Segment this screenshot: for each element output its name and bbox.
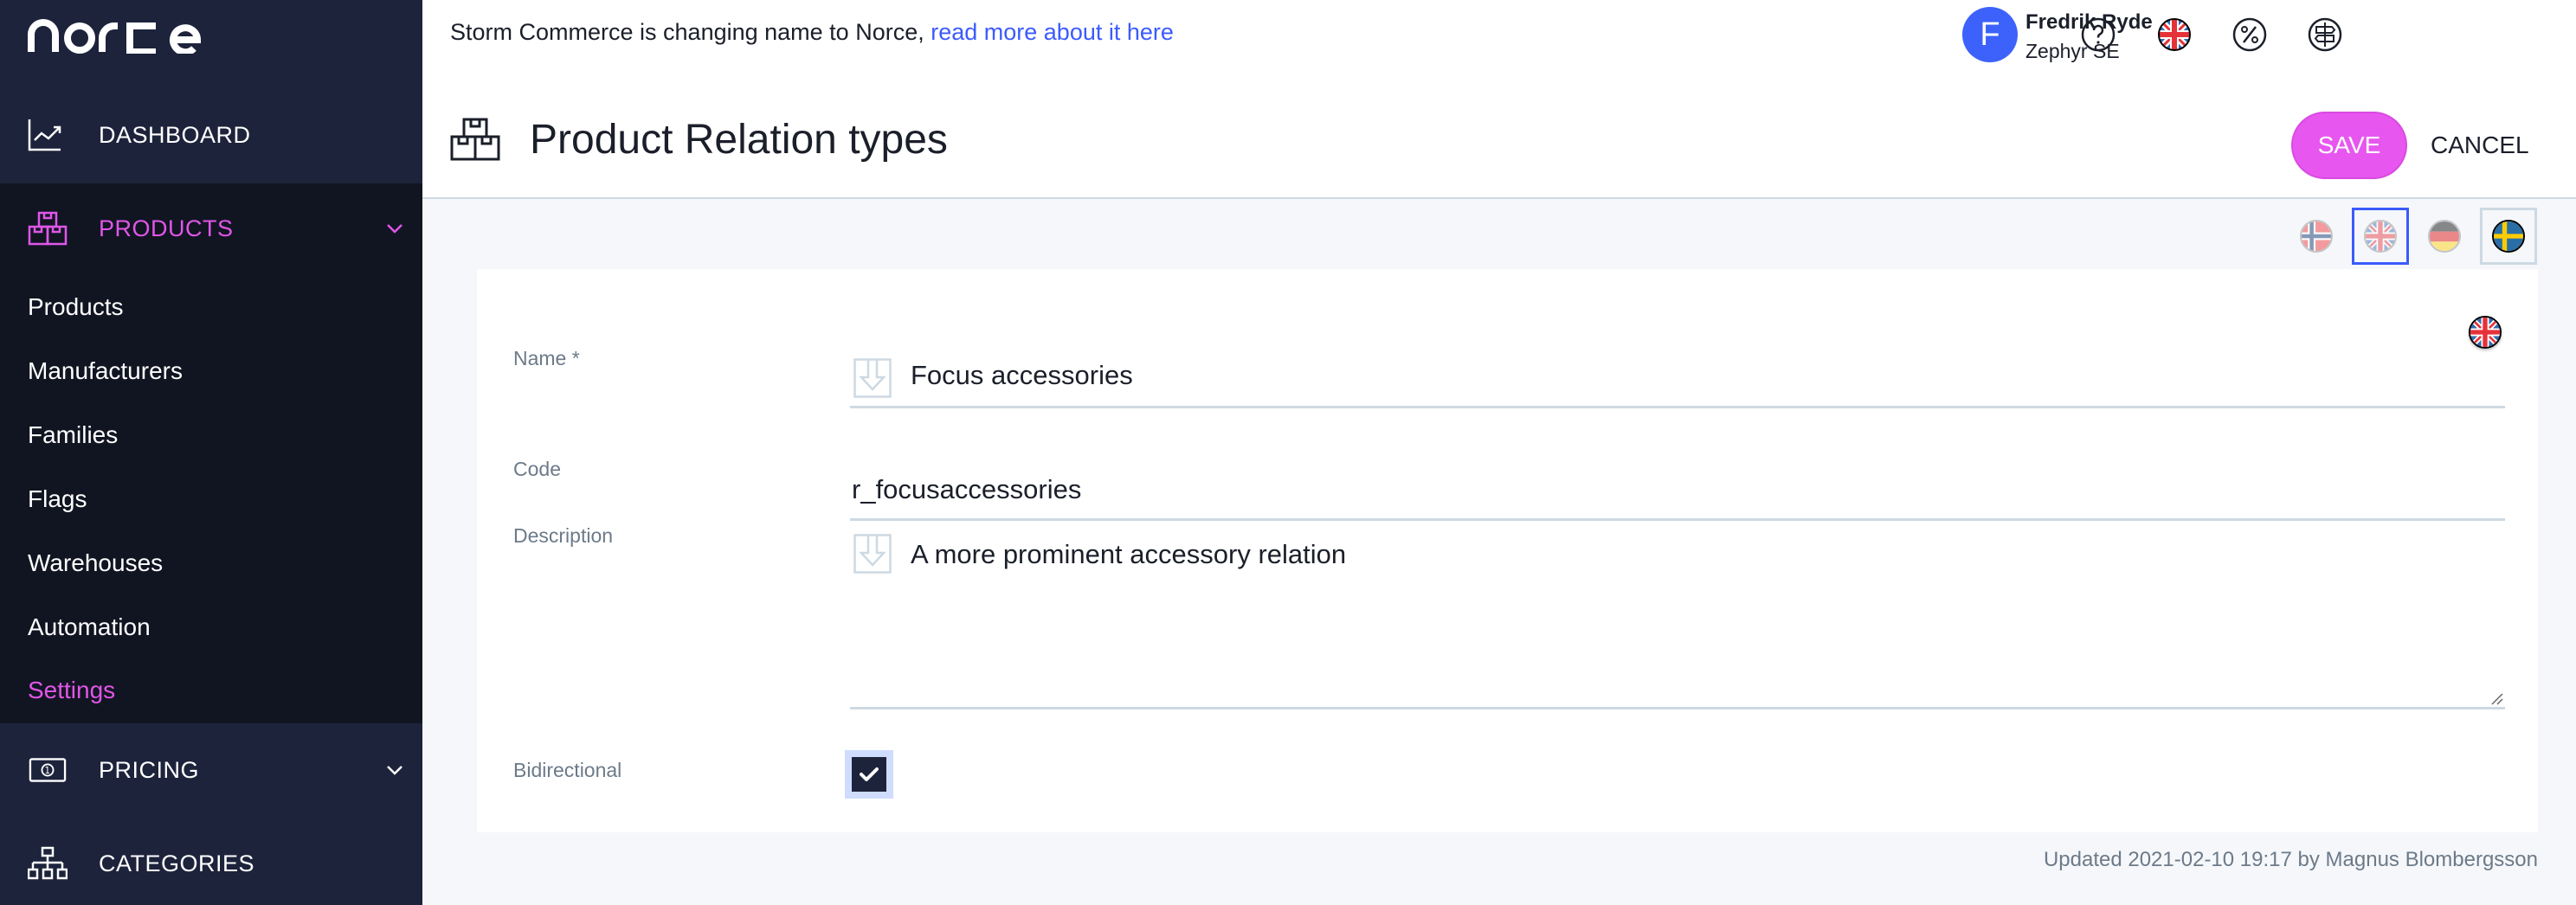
read-more-link[interactable]: read more about it here bbox=[931, 19, 1174, 45]
name-value: Focus accessories bbox=[911, 360, 1133, 390]
sidebar-item-products[interactable]: PRODUCTS bbox=[0, 183, 422, 273]
description-value: A more prominent accessory relation bbox=[911, 539, 1347, 569]
chevron-down-icon[interactable] bbox=[386, 223, 403, 234]
germany-flag-icon bbox=[2428, 220, 2461, 253]
boxes-icon bbox=[28, 211, 68, 246]
language-tab-german[interactable] bbox=[2416, 208, 2473, 265]
sidebar-item-pricing[interactable]: 1 PRICING bbox=[0, 725, 422, 815]
code-field[interactable]: r_focusaccessories bbox=[850, 464, 2505, 521]
page-header: Product Relation types SAVE CANCEL bbox=[422, 71, 2576, 199]
user-name[interactable]: Fredrik Ryde bbox=[2025, 10, 2153, 35]
uk-flag-icon bbox=[2469, 316, 2502, 349]
percent-icon[interactable] bbox=[2232, 17, 2267, 52]
language-tab-norwegian[interactable] bbox=[2288, 208, 2345, 265]
sidebar: DASHBOARD PRODUCTS Products Manufacturer… bbox=[0, 0, 422, 905]
notice-text: Storm Commerce is changing name to Norce… bbox=[450, 19, 924, 45]
language-tab-swedish[interactable] bbox=[2480, 208, 2537, 265]
bidirectional-label: Bidirectional bbox=[513, 759, 622, 781]
sidebar-item-categories[interactable]: CATEGORIES bbox=[0, 818, 422, 905]
language-uk-flag-icon[interactable] bbox=[2157, 17, 2192, 52]
sidebar-subitem-warehouses[interactable]: Warehouses bbox=[28, 549, 163, 577]
description-textarea[interactable]: A more prominent accessory relation bbox=[850, 523, 2505, 709]
sidebar-item-label: DASHBOARD bbox=[99, 121, 251, 148]
checkbox-box bbox=[852, 757, 886, 792]
language-tab-english[interactable] bbox=[2352, 208, 2409, 265]
sidebar-item-label: CATEGORIES bbox=[99, 850, 255, 876]
norce-logo[interactable] bbox=[28, 16, 201, 54]
uk-flag-icon bbox=[2364, 220, 2397, 253]
page-title: Product Relation types bbox=[530, 117, 948, 163]
description-label: Description bbox=[513, 524, 614, 547]
resize-handle-icon[interactable] bbox=[2491, 693, 2503, 705]
sitemap-icon bbox=[28, 846, 68, 880]
translate-inherit-icon[interactable] bbox=[853, 358, 892, 398]
sweden-flag-icon bbox=[2492, 220, 2525, 253]
sidebar-item-label: PRODUCTS bbox=[99, 215, 234, 241]
rename-notice: Storm Commerce is changing name to Norce… bbox=[450, 19, 1174, 46]
checkmark-icon bbox=[860, 767, 879, 781]
products-section: PRODUCTS Products Manufacturers Families… bbox=[0, 183, 422, 723]
sidebar-subitem-flags[interactable]: Flags bbox=[28, 485, 87, 513]
chevron-down-icon[interactable] bbox=[386, 765, 403, 775]
sidebar-item-dashboard[interactable]: DASHBOARD bbox=[0, 90, 422, 180]
sidebar-subitem-products[interactable]: Products bbox=[28, 293, 124, 321]
translate-inherit-icon[interactable] bbox=[853, 534, 892, 574]
bidirectional-checkbox[interactable] bbox=[845, 750, 893, 799]
save-button[interactable]: SAVE bbox=[2291, 112, 2407, 179]
code-label: Code bbox=[513, 458, 561, 480]
relation-type-form: Name * Focus accessories Code r_focusacc… bbox=[477, 269, 2538, 832]
sidebar-subitem-automation[interactable]: Automation bbox=[28, 613, 151, 641]
cancel-button[interactable]: CANCEL bbox=[2431, 112, 2529, 179]
chart-line-icon bbox=[28, 119, 61, 151]
user-organization[interactable]: Zephyr SE bbox=[2025, 40, 2120, 63]
svg-text:1: 1 bbox=[45, 766, 51, 776]
user-avatar[interactable]: F bbox=[1962, 7, 2018, 62]
sidebar-subitem-families[interactable]: Families bbox=[28, 421, 118, 449]
name-label: Name * bbox=[513, 347, 580, 369]
sidebar-item-label: PRICING bbox=[99, 756, 200, 783]
banknote-icon: 1 bbox=[29, 758, 67, 782]
boxes-icon bbox=[450, 118, 500, 161]
norway-flag-icon bbox=[2300, 220, 2333, 253]
sidebar-subitem-manufacturers[interactable]: Manufacturers bbox=[28, 357, 183, 385]
signpost-icon[interactable] bbox=[2308, 17, 2342, 52]
updated-info: Updated 2021-02-10 19:17 by Magnus Blomb… bbox=[2043, 848, 2538, 871]
sidebar-subitem-settings[interactable]: Settings bbox=[28, 677, 115, 704]
name-field[interactable]: Focus accessories bbox=[850, 351, 2505, 408]
code-value: r_focusaccessories bbox=[852, 474, 1082, 504]
